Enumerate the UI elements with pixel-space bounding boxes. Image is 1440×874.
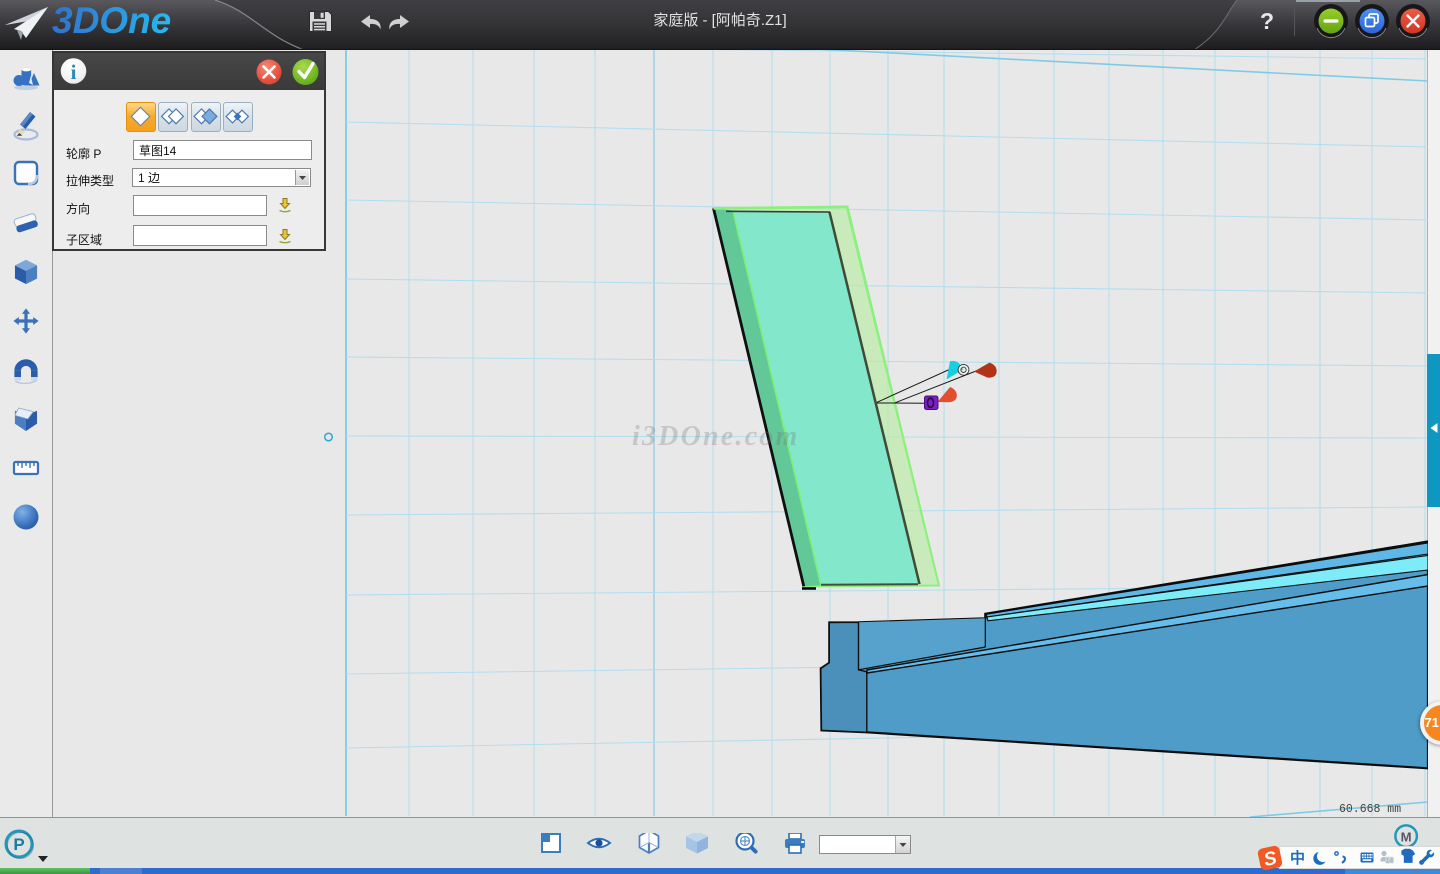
- svg-text:中: 中: [1290, 849, 1305, 867]
- svg-text:i: i: [71, 60, 77, 84]
- svg-text:14: 14: [1386, 857, 1394, 864]
- svg-text:i3DOne.com: i3DOne.com: [632, 421, 799, 452]
- svg-text:P: P: [13, 835, 24, 854]
- svg-text:60.668 mm: 60.668 mm: [1339, 803, 1401, 816]
